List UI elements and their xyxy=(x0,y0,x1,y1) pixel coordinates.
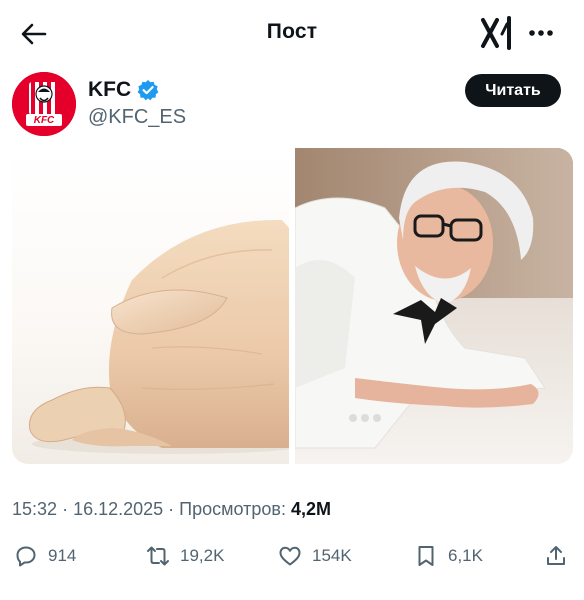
repost-count: 19,2K xyxy=(180,546,225,565)
post-timestamp: 15:32 · 16.12.2025 · Просмотров: 4,2M xyxy=(12,499,331,520)
share-icon xyxy=(547,546,565,565)
verified-badge-icon xyxy=(137,80,159,101)
post-media xyxy=(12,148,573,464)
top-bar: Пост xyxy=(0,0,584,66)
share-button[interactable] xyxy=(544,536,568,576)
like-button[interactable]: 154K xyxy=(278,536,352,576)
reply-button[interactable]: 914 xyxy=(14,536,76,576)
kfc-logo-icon xyxy=(12,72,76,136)
raw-chicken-image[interactable] xyxy=(12,148,289,464)
grok-logo-icon[interactable] xyxy=(480,16,516,50)
avatar[interactable]: KFC xyxy=(12,72,76,136)
repost-button[interactable]: 19,2K xyxy=(146,536,224,576)
author-handle[interactable]: @KFC_ES xyxy=(88,106,186,129)
like-count: 154K xyxy=(312,546,352,565)
follow-button[interactable]: Читать xyxy=(465,74,561,107)
separator-dot: · xyxy=(62,499,74,519)
views-count[interactable]: 4,2M xyxy=(291,499,331,519)
separator-dot: · xyxy=(168,499,180,519)
bookmark-count: 6,1K xyxy=(448,546,483,565)
bookmark-icon xyxy=(418,546,434,566)
bookmark-button[interactable]: 6,1K xyxy=(414,536,483,576)
more-options-button[interactable] xyxy=(524,18,558,48)
action-bar: 914 19,2K 154K 6,1K xyxy=(0,536,584,576)
post-time: 15:32 xyxy=(12,499,58,519)
heart-icon xyxy=(279,546,301,566)
views-label: Просмотров: xyxy=(179,499,286,519)
author-name-text: KFC xyxy=(88,78,132,101)
reply-count: 914 xyxy=(48,546,77,565)
reply-icon xyxy=(16,546,36,567)
post-date: 16.12.2025 xyxy=(73,499,164,519)
colonel-sanders-image[interactable] xyxy=(295,148,573,464)
avatar-text: KFC xyxy=(33,115,55,126)
repost-icon xyxy=(147,546,169,566)
more-dots-icon xyxy=(529,30,553,36)
author-name[interactable]: KFC xyxy=(88,78,159,102)
